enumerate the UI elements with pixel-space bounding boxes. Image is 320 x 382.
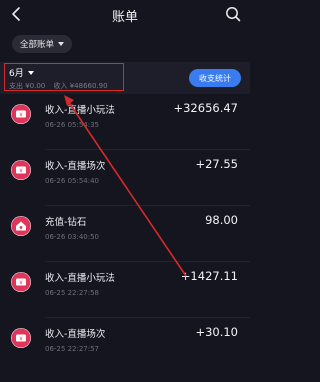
bill-filter-dropdown[interactable]: 全部账单 — [12, 35, 73, 53]
income-yen-icon: ¥ — [11, 160, 31, 180]
svg-text:¥: ¥ — [19, 280, 23, 286]
recharge-home-icon — [11, 216, 31, 236]
caret-down-icon — [58, 42, 65, 46]
transaction-row[interactable]: ¥ 收入-直播场次 06-26 05:54:40 +27.55 — [0, 150, 250, 206]
income-total: 收入 ¥48660.90 — [53, 82, 108, 90]
transaction-amount: 98.00 — [205, 213, 238, 227]
transaction-row[interactable]: ¥ 收入-直播场次 06-25 22:27:57 +30.10 — [0, 318, 250, 374]
transaction-time: 06-25 22:27:57 — [45, 345, 100, 353]
transaction-amount: +27.55 — [195, 157, 238, 171]
month-selector[interactable]: 6月 — [9, 66, 34, 79]
month-totals: 支出 ¥0.00 收入 ¥48660.90 — [9, 81, 114, 91]
svg-text:¥: ¥ — [19, 168, 23, 174]
transaction-name: 收入-直播小玩法 — [45, 273, 115, 284]
expense-total: 支出 ¥0.00 — [9, 82, 46, 90]
transaction-row[interactable]: 充值-钻石 06-26 03:40:50 98.00 — [0, 206, 250, 262]
transaction-name: 充值-钻石 — [45, 217, 87, 228]
transaction-row[interactable]: ¥ 收入-直播小玩法 06-25 22:27:58 +1427.11 — [0, 262, 250, 318]
stats-button[interactable]: 收支统计 — [189, 69, 241, 87]
bill-filter-label: 全部账单 — [20, 40, 55, 50]
income-yen-icon: ¥ — [11, 272, 31, 292]
top-bar: 账单 — [0, 0, 250, 30]
transaction-name: 收入-直播场次 — [45, 161, 106, 172]
bill-page: 账单 全部账单 6月 支出 ¥0.00 收入 ¥48660.90 收支统计 ¥ … — [0, 0, 250, 382]
transaction-amount: +30.10 — [195, 325, 238, 339]
svg-text:¥: ¥ — [19, 336, 23, 342]
transaction-amount: +1427.11 — [180, 269, 238, 283]
transaction-time: 06-25 22:27:58 — [45, 289, 100, 297]
month-label: 6月 — [9, 69, 24, 79]
transaction-time: 06-26 03:40:50 — [45, 233, 100, 241]
caret-down-icon — [27, 70, 34, 75]
income-yen-icon: ¥ — [11, 104, 31, 124]
transaction-name: 收入-直播小玩法 — [45, 105, 115, 116]
transaction-name: 收入-直播场次 — [45, 329, 106, 340]
transaction-time: 06-26 05:54:40 — [45, 177, 100, 185]
transaction-row[interactable]: ¥ 收入-直播小玩法 06-26 05:54:35 +32656.47 — [0, 94, 250, 150]
income-yen-icon: ¥ — [11, 328, 31, 348]
search-button[interactable] — [224, 5, 242, 23]
transaction-amount: +32656.47 — [173, 101, 238, 115]
month-summary: 6月 支出 ¥0.00 收入 ¥48660.90 收支统计 — [0, 62, 250, 94]
svg-text:¥: ¥ — [19, 112, 23, 118]
page-title: 账单 — [111, 10, 138, 25]
transaction-time: 06-26 05:54:35 — [45, 121, 100, 129]
search-icon — [226, 7, 241, 22]
